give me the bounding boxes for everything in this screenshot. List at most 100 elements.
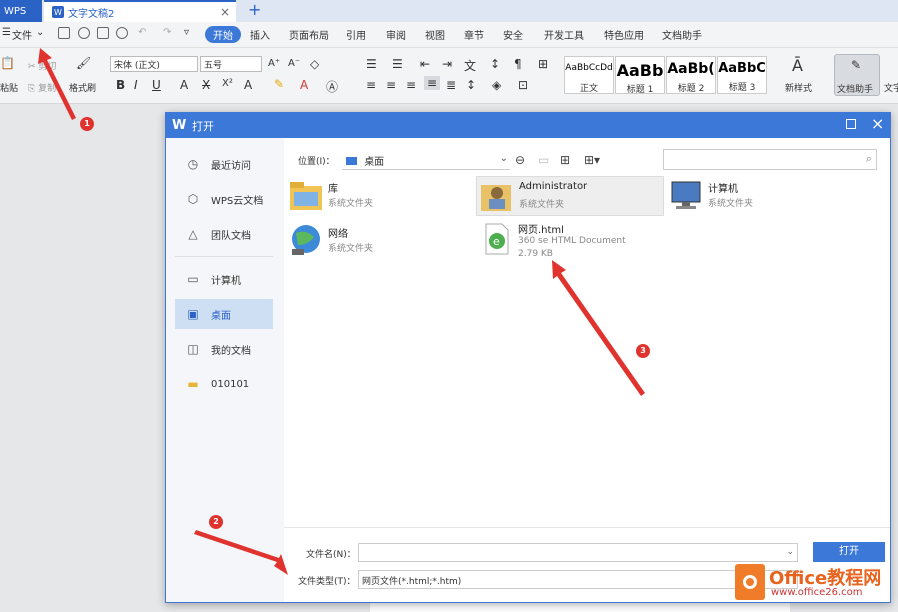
align-left-icon[interactable]: ≡ [366,78,376,92]
numbered-list-icon[interactable]: ☰ [392,57,403,71]
shrink-font-icon[interactable]: A⁻ [288,58,300,69]
menu-start[interactable]: 开始 [205,26,241,43]
menu-chapter[interactable]: 章节 [464,27,484,42]
filename-input[interactable]: ⌄ [358,543,798,562]
filetype-select[interactable]: 网页文件(*.html;*.htm) [358,570,798,589]
underline-icon[interactable]: U [152,78,161,92]
hamburger-icon[interactable]: ☰ [2,27,11,38]
doc-helper-button[interactable]: ✎ 文档助手 [834,54,880,96]
save-icon[interactable] [58,27,70,39]
menu-security[interactable]: 安全 [503,27,523,42]
menu-file[interactable]: 文件 [12,27,32,42]
new-style-icon[interactable]: Ā [792,56,803,75]
show-marks-icon[interactable]: ¶ [514,57,522,71]
font-effects-icon[interactable]: A [180,78,188,92]
dialog-title-bar[interactable]: W 打开 × [166,113,890,138]
close-icon[interactable]: × [871,114,884,133]
sidebar-item-label: WPS云文档 [211,195,264,207]
tab-document[interactable]: W 文字文稿2 × [44,0,236,22]
print-icon[interactable] [97,27,109,39]
superscript-icon[interactable]: X² [222,78,233,89]
chevron-down-icon[interactable]: ⌄ [36,27,44,38]
up-folder-icon[interactable]: ▭ [538,153,549,167]
cut-button[interactable]: ✂ 剪切 [28,59,56,72]
file-item-html[interactable]: e 网页.html 360 se HTML Document 2.79 KB [476,217,664,265]
format-painter-icon[interactable]: 🖌 [76,56,91,70]
tab-wps[interactable]: WPS [0,0,42,22]
clear-format-icon[interactable]: ◇ [310,57,319,71]
table-icon[interactable]: ⊞ [538,57,548,71]
borders-icon[interactable]: ⊡ [518,78,528,92]
new-folder-icon[interactable]: ⊞ [560,153,570,167]
sidebar-item-label: 计算机 [211,275,241,287]
add-tab-button[interactable]: + [248,0,261,22]
font-color-icon[interactable]: A [300,78,308,92]
bold-icon[interactable]: B [116,78,125,92]
indent-icon[interactable]: ⇥ [442,57,452,71]
menu-doc-helper[interactable]: 文档助手 [662,27,702,42]
align-right-icon[interactable]: ≡ [406,78,416,92]
sidebar-item-wps-cloud[interactable]: ⬡ WPS云文档 [175,184,273,214]
sidebar-item-desktop[interactable]: ▣ 桌面 [175,299,273,329]
outdent-icon[interactable]: ⇤ [420,57,430,71]
char-shading-icon[interactable]: Ⓐ [326,78,338,95]
file-item-administrator[interactable]: Administrator 系统文件夹 [476,176,664,216]
style-normal[interactable]: AaBbCcDd 正文 [564,56,614,94]
text-effect-icon[interactable]: A [244,78,252,92]
menu-insert[interactable]: 插入 [250,27,270,42]
format-painter-label[interactable]: 格式刷 [69,81,96,94]
paste-label[interactable]: 粘贴 [0,81,18,94]
sort-icon[interactable]: ↕ [490,57,500,71]
style-heading-1[interactable]: AaBb 标题 1 [615,56,665,95]
style-heading-3[interactable]: AaBbC 标题 3 [717,56,767,94]
menu-view[interactable]: 视图 [425,27,445,42]
view-mode-icon[interactable]: ⊞▾ [584,153,600,167]
copy-button[interactable]: ⎘ 复制 [28,81,56,94]
preview-icon[interactable] [116,27,128,39]
strikethrough-icon[interactable]: X [202,78,210,92]
search-input[interactable]: ⌕ [663,149,877,170]
new-style-label[interactable]: 新样式 [785,81,812,94]
sidebar-item-computer[interactable]: ▭ 计算机 [175,264,273,294]
menu-developer[interactable]: 开发工具 [544,27,584,42]
filename-label: 文件名(N)： [306,550,356,560]
line-spacing-icon[interactable]: ↕ [466,78,476,92]
shading-icon[interactable]: ◈ [492,78,501,92]
italic-icon[interactable]: I [134,78,138,92]
align-center-icon[interactable]: ≡ [386,78,396,92]
menu-features[interactable]: 特色应用 [604,27,644,42]
file-item-library[interactable]: 库 系统文件夹 [286,176,466,216]
sidebar-item-my-docs[interactable]: ◫ 我的文档 [175,334,273,364]
font-name-select[interactable]: 宋体 (正文) [110,56,198,72]
menu-page-layout[interactable]: 页面布局 [289,27,329,42]
network-globe-icon [292,225,320,255]
undo-icon[interactable]: ↶ [138,27,146,38]
location-select[interactable]: 桌面 ⌄ [342,150,510,170]
grow-font-icon[interactable]: A⁺ [268,58,280,69]
customize-icon[interactable]: ▿ [184,27,189,38]
back-icon[interactable]: ⊖ [515,153,525,167]
file-item-computer[interactable]: 计算机 系统文件夹 [666,176,846,216]
export-icon[interactable] [78,27,90,39]
maximize-icon[interactable] [846,119,856,129]
style-heading-2[interactable]: AaBb(标题 2 [666,56,716,94]
redo-icon[interactable]: ↷ [163,27,171,38]
tab-close-icon[interactable]: × [220,5,230,19]
bullet-list-icon[interactable]: ☰ [366,57,377,71]
file-item-network[interactable]: 网络 系统文件夹 [286,221,466,261]
menu-review[interactable]: 审阅 [386,27,406,42]
highlight-icon[interactable]: ✎ [274,77,284,91]
sidebar-item-folder-010101[interactable]: ▬ 010101 [175,369,273,399]
doc-helper-icon: ✎ [851,58,862,72]
distribute-icon[interactable]: ≣ [446,78,456,92]
chinese-layout-icon[interactable]: 文 [464,57,476,74]
sidebar-item-team[interactable]: △ 团队文档 [175,219,273,249]
font-size-select[interactable]: 五号 [200,56,262,72]
sidebar-item-recent[interactable]: ◷ 最近访问 [175,149,273,179]
menu-reference[interactable]: 引用 [346,27,366,42]
paste-icon[interactable]: 📋 [0,56,15,70]
open-button[interactable]: 打开 [813,542,885,562]
text-tool-label[interactable]: 文字 [884,81,898,94]
justify-icon[interactable]: ≡ [424,76,441,90]
chevron-down-icon[interactable]: ⌄ [786,547,794,557]
